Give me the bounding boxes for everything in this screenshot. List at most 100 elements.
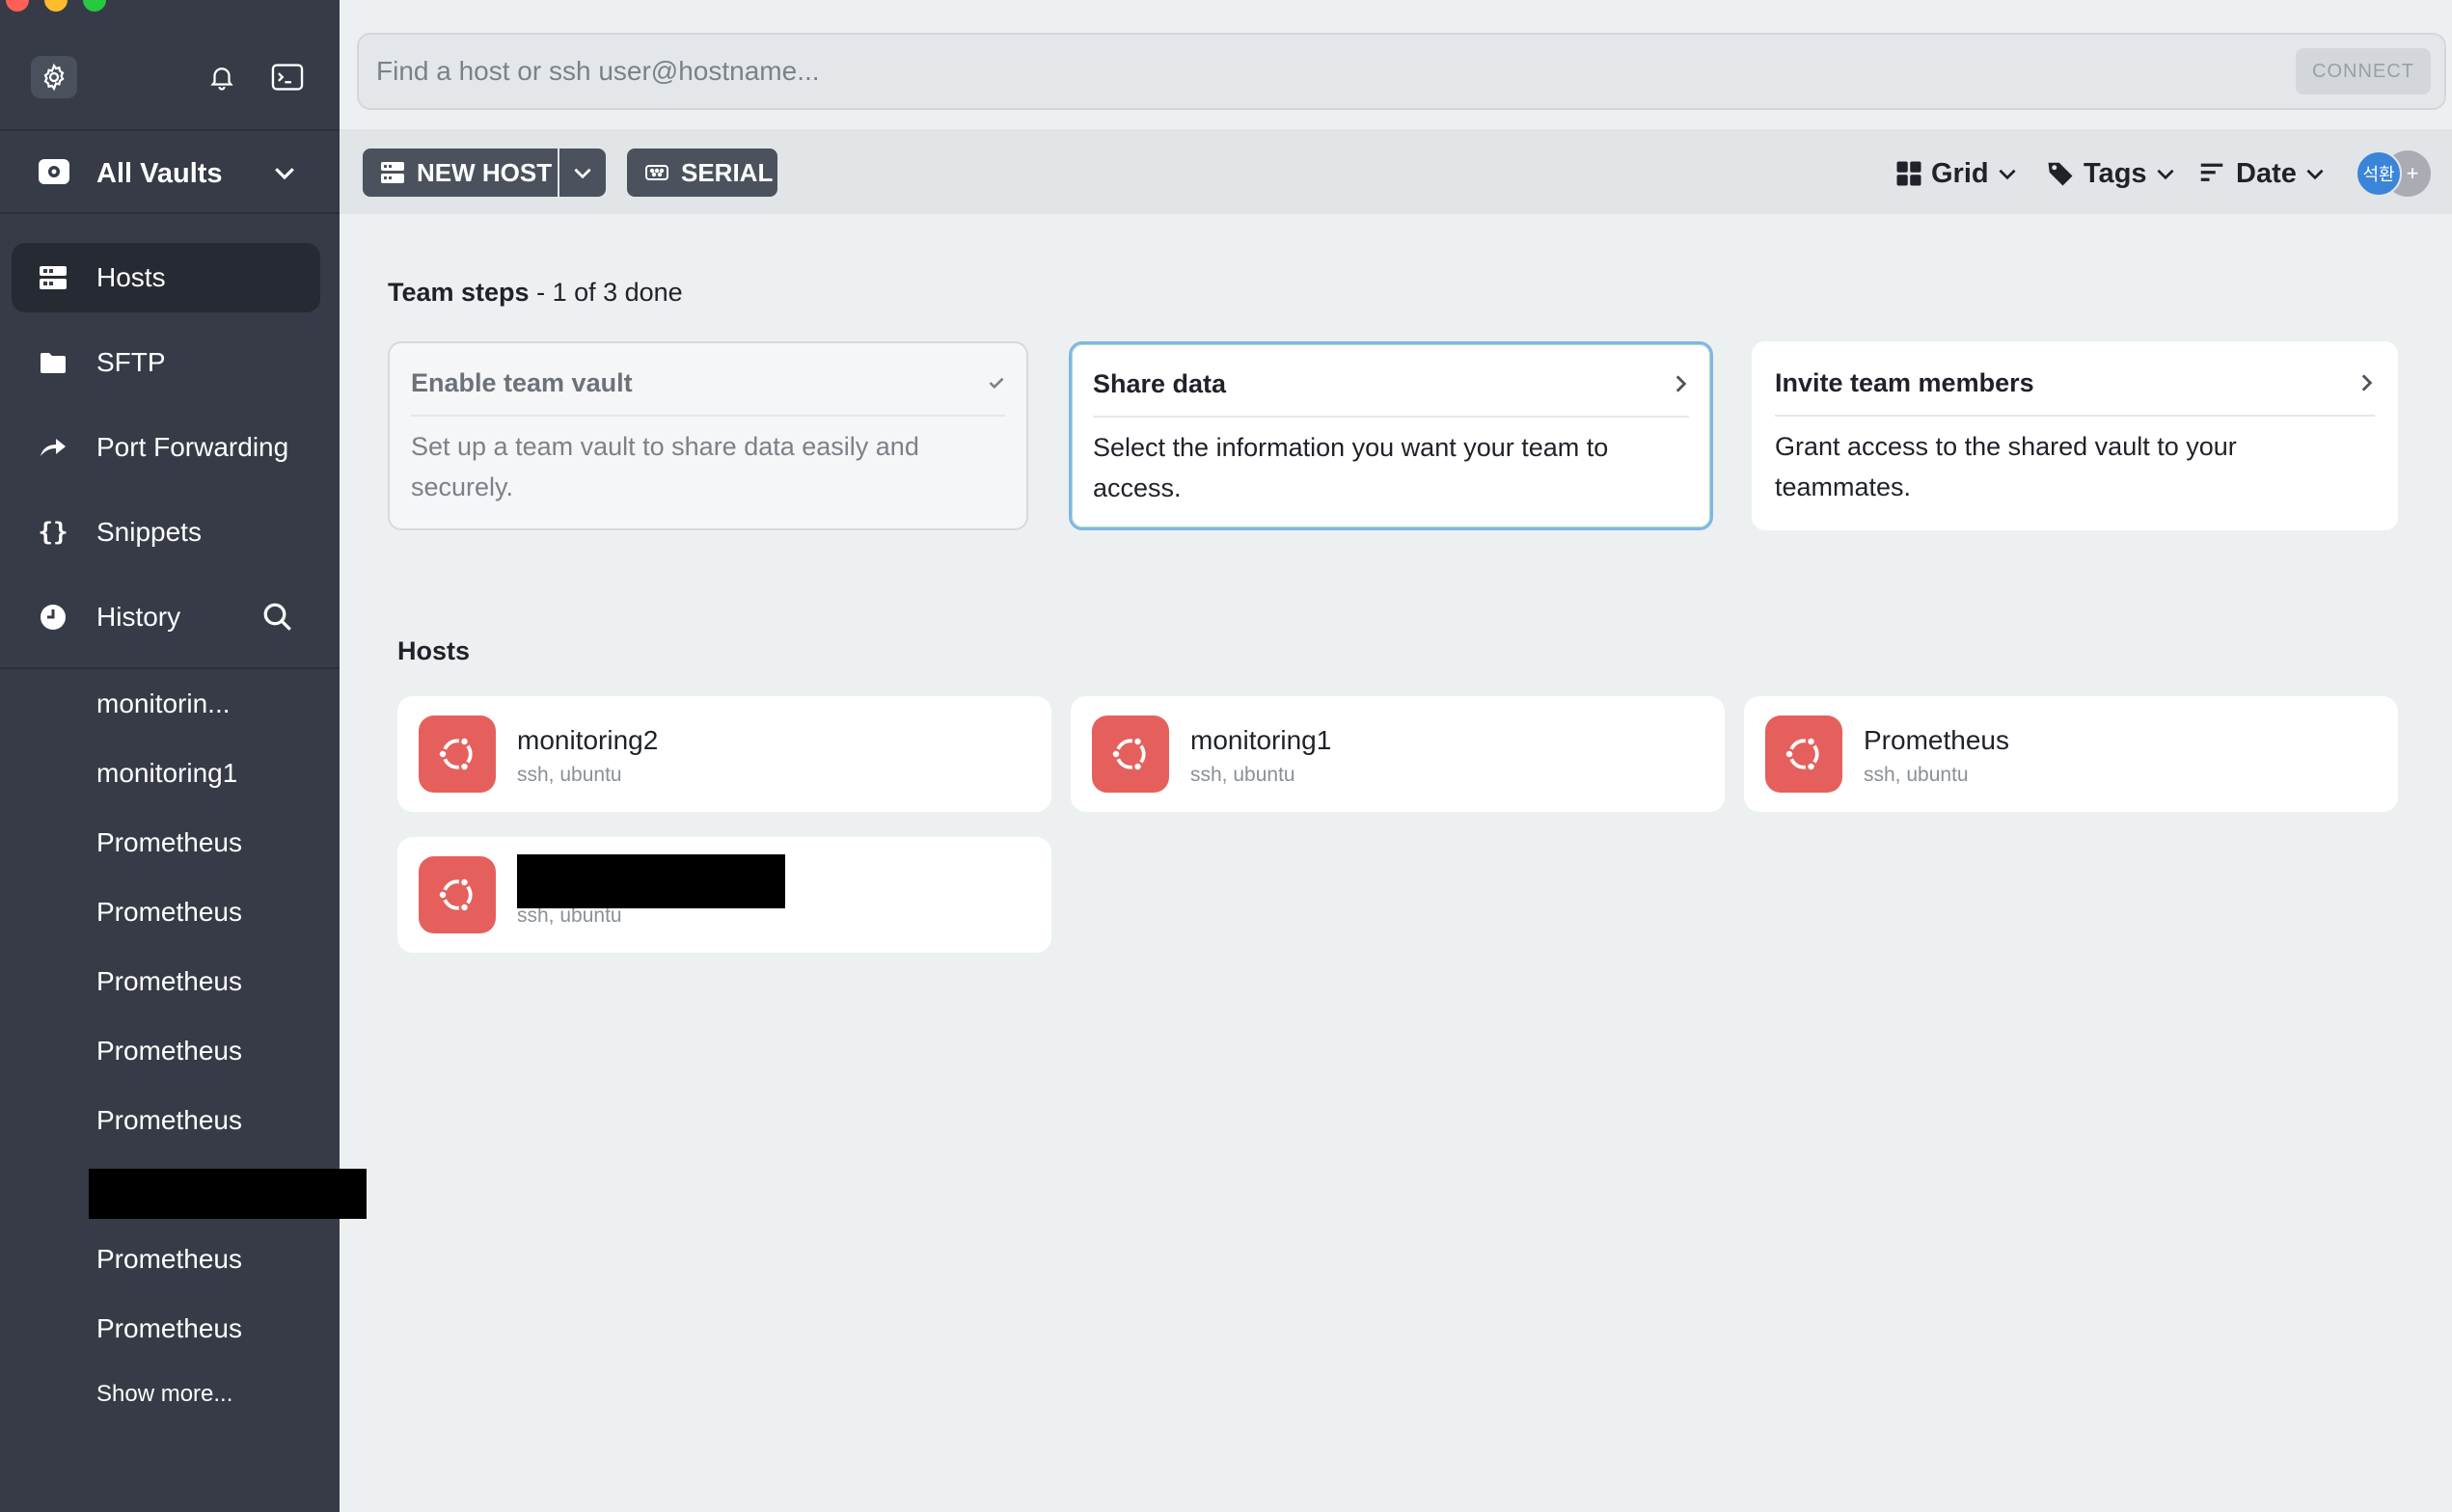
- snippets-icon: {}: [38, 518, 68, 547]
- step-card-share-data[interactable]: Share data Select the information you wa…: [1069, 341, 1713, 530]
- history-item[interactable]: monitorin...: [96, 688, 231, 719]
- tags-filter-dropdown[interactable]: Tags: [2045, 150, 2178, 197]
- vault-selector[interactable]: All Vaults: [0, 145, 340, 199]
- history-item[interactable]: Prometheus: [96, 1313, 242, 1344]
- host-details: ssh, ubuntu: [1864, 764, 1969, 786]
- nav-label: Snippets: [96, 517, 202, 547]
- host-details: ssh, ubuntu: [517, 764, 622, 786]
- settings-button[interactable]: [31, 56, 77, 98]
- step-description: Select the information you want your tea…: [1093, 433, 1609, 502]
- history-item[interactable]: Prometheus: [96, 827, 242, 858]
- port-forwarding-icon: [37, 432, 69, 463]
- new-host-button[interactable]: NEW HOST: [363, 148, 558, 197]
- nav-label: SFTP: [96, 347, 166, 377]
- redacted-history-item[interactable]: [89, 1169, 367, 1219]
- host-card[interactable]: monitoring2 ssh, ubuntu: [397, 696, 1051, 812]
- ubuntu-icon: [419, 716, 496, 793]
- nav-item-hosts[interactable]: Hosts: [12, 243, 320, 312]
- step-title: Enable team vault: [411, 368, 633, 397]
- history-item[interactable]: Prometheus: [96, 897, 242, 928]
- vault-icon: [39, 159, 69, 184]
- nav-item-history[interactable]: History: [12, 582, 320, 652]
- step-card-enable-team-vault[interactable]: Enable team vault Set up a team vault to…: [388, 341, 1028, 530]
- host-details: ssh, ubuntu: [1190, 764, 1295, 786]
- minimize-window-button[interactable]: [44, 0, 68, 12]
- sort-icon: [2200, 163, 2223, 181]
- host-card[interactable]: Prometheus ssh, ubuntu: [1744, 696, 2398, 812]
- redacted-host-name: [517, 854, 785, 908]
- team-steps-title: Team steps: [388, 278, 530, 307]
- tags-label: Tags: [2084, 157, 2147, 189]
- ubuntu-icon: [419, 856, 496, 933]
- sort-label: Date: [2236, 157, 2297, 189]
- sidebar-divider: [0, 129, 340, 131]
- serial-button[interactable]: SERIAL: [627, 148, 777, 197]
- checkmark-icon: [989, 377, 1004, 390]
- app-window: All Vaults Hosts SFTP Port Forwarding {}: [0, 0, 2452, 1512]
- nav-item-snippets[interactable]: {} Snippets: [12, 498, 320, 567]
- ubuntu-icon: [1765, 716, 1842, 793]
- history-item[interactable]: monitoring1: [96, 758, 237, 789]
- nav-label: Hosts: [96, 262, 166, 292]
- team-steps-heading: Team steps - 1 of 3 done: [388, 278, 683, 308]
- serial-label: SERIAL: [681, 157, 774, 187]
- nav-item-sftp[interactable]: SFTP: [12, 328, 320, 397]
- team-steps-progress: - 1 of 3 done: [536, 278, 683, 307]
- new-host-dropdown-button[interactable]: [559, 148, 606, 197]
- ubuntu-icon: [1092, 716, 1169, 793]
- chevron-down-icon: [275, 168, 294, 180]
- hosts-section-title: Hosts: [397, 636, 471, 665]
- hosts-icon: [37, 262, 69, 293]
- view-mode-label: Grid: [1931, 157, 1989, 189]
- gear-icon: [43, 63, 65, 92]
- clock-icon: [37, 602, 69, 633]
- grid-icon: [1896, 161, 1921, 186]
- view-mode-dropdown[interactable]: Grid: [1894, 150, 2020, 197]
- connect-button[interactable]: CONNECT: [2296, 48, 2431, 94]
- serial-port-icon: [645, 165, 668, 180]
- nav-label: History: [96, 602, 181, 632]
- sidebar-top-actions: [0, 54, 340, 98]
- chevron-down-icon: [1999, 169, 2016, 180]
- toolbar: NEW HOST SERIAL Grid Tags Date 석환 +: [340, 129, 2452, 214]
- sidebar: All Vaults Hosts SFTP Port Forwarding {}: [0, 0, 367, 1512]
- terminal-icon: [271, 64, 304, 91]
- host-card[interactable]: ssh, ubuntu: [397, 837, 1051, 953]
- host-name: monitoring2: [517, 725, 659, 755]
- step-description: Set up a team vault to share data easily…: [411, 432, 919, 501]
- host-name: monitoring1: [1190, 725, 1332, 755]
- show-more-link[interactable]: Show more...: [96, 1381, 232, 1408]
- step-title: Share data: [1093, 369, 1227, 398]
- user-avatar[interactable]: 석환: [2356, 150, 2402, 197]
- host-name: Prometheus: [1864, 725, 2009, 755]
- vault-label: All Vaults: [96, 158, 223, 189]
- local-terminal-button[interactable]: [268, 58, 307, 96]
- nav-label: Port Forwarding: [96, 432, 289, 462]
- tag-icon: [2048, 162, 2073, 186]
- window-controls: [6, 0, 106, 12]
- notifications-button[interactable]: [203, 58, 241, 96]
- new-host-label: NEW HOST: [417, 157, 553, 187]
- chevron-down-icon: [2306, 169, 2324, 180]
- zoom-window-button[interactable]: [83, 0, 106, 12]
- host-icon: [381, 162, 404, 183]
- search-history-icon[interactable]: [260, 600, 295, 634]
- step-card-invite-team-members[interactable]: Invite team members Grant access to the …: [1752, 341, 2398, 530]
- host-card[interactable]: monitoring1 ssh, ubuntu: [1071, 696, 1725, 812]
- history-item[interactable]: Prometheus: [96, 1244, 242, 1275]
- history-item[interactable]: Prometheus: [96, 966, 242, 997]
- host-search-input[interactable]: [376, 48, 2112, 94]
- chevron-right-icon: [2361, 374, 2373, 392]
- bell-icon: [210, 68, 233, 91]
- sort-dropdown[interactable]: Date: [2197, 150, 2328, 197]
- folder-icon: [37, 347, 69, 378]
- step-title: Invite team members: [1775, 368, 2034, 397]
- history-item[interactable]: Prometheus: [96, 1105, 242, 1136]
- history-item[interactable]: Prometheus: [96, 1036, 242, 1066]
- sidebar-divider: [0, 667, 340, 669]
- chevron-right-icon: [1676, 375, 1687, 392]
- step-divider: [411, 415, 1005, 417]
- nav-item-port-forwarding[interactable]: Port Forwarding: [12, 413, 320, 482]
- close-window-button[interactable]: [6, 0, 29, 12]
- step-description: Grant access to the shared vault to your…: [1775, 432, 2237, 501]
